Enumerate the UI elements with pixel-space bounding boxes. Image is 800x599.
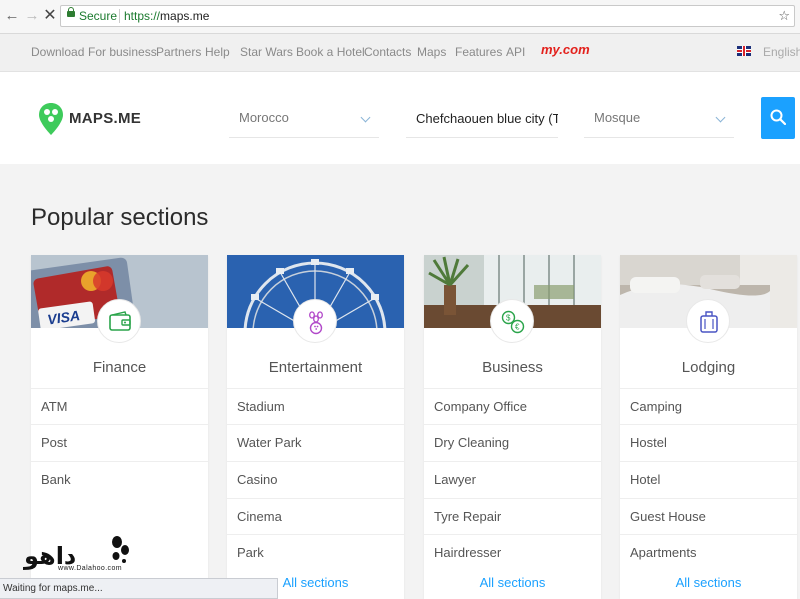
svg-text:$: $ <box>506 314 511 323</box>
url-scheme: https:// <box>124 9 161 23</box>
section-card-lodging[interactable]: Lodging Camping Hostel Hotel Guest House… <box>620 255 797 599</box>
bookmark-star-icon[interactable]: ☆ <box>778 6 790 26</box>
mycom-logo[interactable]: my.com <box>541 42 590 57</box>
category-value: Mosque <box>594 110 641 125</box>
logo-text[interactable]: MAPS.ME <box>69 110 141 127</box>
nav-features[interactable]: Features <box>455 45 502 59</box>
section-item-guest-house[interactable]: Guest House <box>620 498 797 534</box>
section-item-apartments[interactable]: Apartments <box>620 534 797 570</box>
uk-flag-icon[interactable] <box>737 46 751 56</box>
section-item-camping[interactable]: Camping <box>620 388 797 424</box>
all-sections-link[interactable]: All sections <box>424 575 601 590</box>
nav-download[interactable]: Download <box>31 45 84 59</box>
nav-star-wars[interactable]: Star Wars <box>240 45 293 59</box>
svg-text:€: € <box>515 323 520 332</box>
section-item-water-park[interactable]: Water Park <box>227 424 404 460</box>
watermark-url: www.Dalahoo.com <box>58 565 122 572</box>
nav-contacts[interactable]: Contacts <box>364 45 411 59</box>
section-item-hairdresser[interactable]: Hairdresser <box>424 534 601 570</box>
mapsme-logo-icon[interactable] <box>38 102 64 136</box>
section-item-lawyer[interactable]: Lawyer <box>424 461 601 497</box>
section-item-hotel[interactable]: Hotel <box>620 461 797 497</box>
language-selector[interactable]: English <box>763 45 800 59</box>
nav-api[interactable]: API <box>506 45 525 59</box>
bowling-icon <box>309 311 323 335</box>
nav-book-a-hotel[interactable]: Book a Hotel <box>296 45 365 59</box>
search-button[interactable] <box>761 97 795 139</box>
chevron-down-icon <box>715 112 726 123</box>
lodging-badge <box>686 299 730 343</box>
stop-loading-icon[interactable]: ✕ <box>42 7 58 25</box>
search-input[interactable] <box>406 100 558 138</box>
section-item-stadium[interactable]: Stadium <box>227 388 404 424</box>
card-title: Entertainment <box>268 359 363 376</box>
top-navigation: Download For business Partners Help Star… <box>0 34 800 72</box>
section-item-casino[interactable]: Casino <box>227 461 404 497</box>
section-item-post[interactable]: Post <box>31 424 208 460</box>
section-item-bank[interactable]: Bank <box>31 461 208 497</box>
url-text[interactable]: https://maps.me <box>124 6 209 26</box>
nav-help[interactable]: Help <box>205 45 230 59</box>
business-badge: $ € <box>490 299 534 343</box>
category-select[interactable]: Mosque <box>584 100 734 138</box>
url-host: maps.me <box>160 9 210 23</box>
card-title: Lodging <box>681 359 736 376</box>
currency-exchange-icon: $ € <box>501 310 525 334</box>
address-bar[interactable]: Secure https://maps.me ☆ <box>60 5 795 27</box>
browser-status-bar: Waiting for maps.me... <box>0 578 278 599</box>
section-item-company-office[interactable]: Company Office <box>424 388 601 424</box>
nav-partners[interactable]: Partners <box>156 45 201 59</box>
site-header: MAPS.ME Morocco Mosque <box>0 72 800 164</box>
lock-icon <box>67 7 75 17</box>
section-item-cinema[interactable]: Cinema <box>227 498 404 534</box>
back-arrow-icon[interactable]: ← <box>4 7 20 25</box>
card-title: Business <box>482 359 543 376</box>
nav-for-business[interactable]: For business <box>88 45 157 59</box>
address-divider <box>119 9 120 23</box>
section-item-hostel[interactable]: Hostel <box>620 424 797 460</box>
section-item-atm[interactable]: ATM <box>31 388 208 424</box>
nav-maps[interactable]: Maps <box>417 45 446 59</box>
suitcase-icon <box>700 311 718 333</box>
section-card-entertainment[interactable]: Entertainment Stadium Water Park Casino … <box>227 255 404 599</box>
search-icon <box>770 109 786 125</box>
chevron-down-icon <box>360 112 371 123</box>
section-item-tyre-repair[interactable]: Tyre Repair <box>424 498 601 534</box>
secure-label: Secure <box>79 9 118 23</box>
all-sections-link[interactable]: All sections <box>620 575 797 590</box>
section-card-business[interactable]: $ € Business Company Office Dry Cleaning… <box>424 255 601 599</box>
wallet-icon <box>109 311 131 331</box>
forward-arrow-icon[interactable]: → <box>24 7 40 25</box>
section-item-park[interactable]: Park <box>227 534 404 570</box>
page-title: Popular sections <box>31 204 209 231</box>
card-title: Finance <box>92 359 147 376</box>
section-item-dry-cleaning[interactable]: Dry Cleaning <box>424 424 601 460</box>
country-value: Morocco <box>239 110 289 125</box>
finance-badge <box>97 299 141 343</box>
browser-toolbar: ← → ✕ Secure https://maps.me ☆ <box>0 0 800 34</box>
country-select[interactable]: Morocco <box>229 100 379 138</box>
entertainment-badge <box>293 299 337 343</box>
